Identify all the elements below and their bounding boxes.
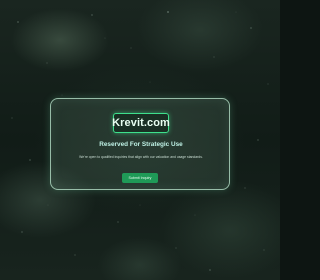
page-background: Krevit.com Reserved For Strategic Use We… — [0, 0, 280, 280]
domain-logo-text: Krevit.com — [112, 117, 170, 129]
card-description: We're open to qualified inquiries that a… — [79, 155, 203, 159]
card-heading: Reserved For Strategic Use — [99, 141, 183, 148]
domain-logo-box: Krevit.com — [112, 113, 170, 133]
submit-inquiry-button[interactable]: Submit Inquiry — [122, 173, 158, 183]
domain-for-sale-card: Krevit.com Reserved For Strategic Use We… — [50, 98, 230, 190]
